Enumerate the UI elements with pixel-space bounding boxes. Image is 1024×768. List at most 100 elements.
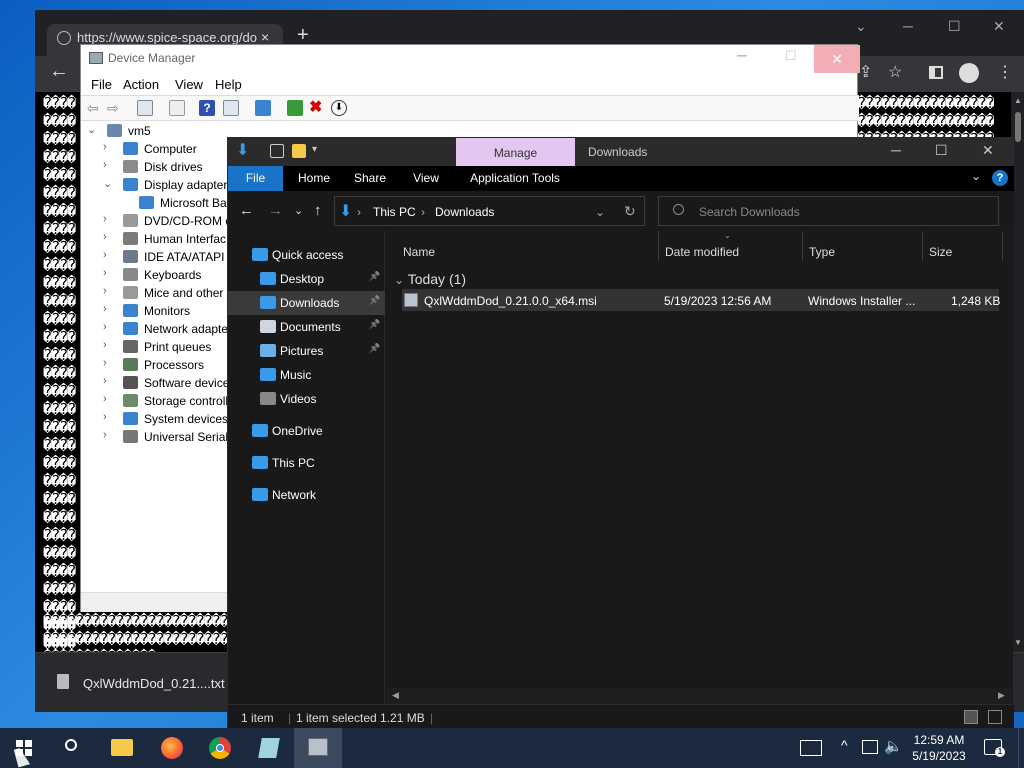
- column-separator[interactable]: [922, 231, 923, 261]
- device-tree-item[interactable]: Microsoft Ba: [81, 194, 231, 212]
- scan-hardware-icon[interactable]: [255, 100, 271, 116]
- forward-arrow-icon[interactable]: ⇨: [107, 100, 123, 116]
- scroll-right-icon[interactable]: ▶: [998, 690, 1005, 701]
- address-bar[interactable]: ⬇ › This PC › Downloads ⌄ ↻: [334, 196, 645, 226]
- device-tree-item[interactable]: › DVD/CD-ROM d: [81, 212, 231, 230]
- clock[interactable]: 12:59 AM 5/19/2023: [900, 732, 978, 764]
- nav-item-videos[interactable]: Videos: [228, 387, 385, 411]
- column-header-name[interactable]: Name: [403, 245, 435, 259]
- column-separator[interactable]: [1002, 231, 1003, 261]
- breadcrumb-this-pc[interactable]: This PC: [373, 205, 416, 219]
- network-icon[interactable]: [862, 740, 878, 754]
- uninstall-device-icon[interactable]: ✖: [309, 100, 325, 116]
- chrome-close-button[interactable]: ✕: [993, 18, 1005, 35]
- menu-view[interactable]: View: [175, 77, 203, 92]
- profile-avatar-icon[interactable]: [959, 63, 979, 83]
- device-tree-item[interactable]: › Processors: [81, 356, 231, 374]
- ribbon-tab-home[interactable]: Home: [290, 166, 338, 191]
- column-separator[interactable]: [658, 231, 659, 261]
- explorer-maximize-button[interactable]: ☐: [935, 142, 948, 159]
- forward-button[interactable]: →: [268, 202, 283, 219]
- column-header-size[interactable]: Size: [929, 245, 952, 259]
- breadcrumb-downloads[interactable]: Downloads: [435, 205, 494, 219]
- menu-help[interactable]: Help: [215, 77, 242, 92]
- device-tree-item[interactable]: ⌄ vm5: [81, 122, 231, 140]
- ribbon-tab-file[interactable]: File: [228, 166, 283, 191]
- device-tree-item[interactable]: › Network adapte: [81, 320, 231, 338]
- nav-item-music[interactable]: Music: [228, 363, 385, 387]
- device-tree-item[interactable]: › Human Interfac: [81, 230, 231, 248]
- ribbon-tab-application-tools[interactable]: Application Tools: [460, 166, 570, 191]
- disable-device-icon[interactable]: ⬇: [331, 100, 347, 116]
- properties-check-icon[interactable]: [270, 144, 284, 158]
- notepad-taskbar-button[interactable]: [246, 728, 294, 768]
- console-tree-icon[interactable]: [137, 100, 153, 116]
- back-arrow-icon[interactable]: ←: [49, 60, 69, 83]
- nav-item-documents[interactable]: Documents 📌: [228, 315, 385, 339]
- news-widget-icon[interactable]: [800, 740, 822, 756]
- new-folder-icon[interactable]: [292, 144, 306, 158]
- recent-locations-button[interactable]: ⌄: [294, 204, 303, 217]
- nav-item-this-pc[interactable]: This PC: [228, 451, 385, 475]
- nav-item-onedrive[interactable]: OneDrive: [228, 419, 385, 443]
- nav-item-desktop[interactable]: Desktop 📌: [228, 267, 385, 291]
- expand-chevron-icon[interactable]: ›: [103, 411, 107, 423]
- address-dropdown-icon[interactable]: ⌄: [595, 205, 605, 219]
- file-list-hscroll[interactable]: ◀ ▶: [386, 688, 1013, 704]
- device-tree-item[interactable]: › Disk drives: [81, 158, 231, 176]
- menu-action[interactable]: Action: [123, 77, 159, 92]
- tray-overflow-icon[interactable]: ^: [841, 737, 848, 753]
- ribbon-tab-share[interactable]: Share: [346, 166, 394, 191]
- quick-access-dropdown-icon[interactable]: ▾: [312, 144, 326, 158]
- column-header-date[interactable]: Date modified: [665, 245, 739, 259]
- scroll-left-icon[interactable]: ◀: [392, 690, 399, 701]
- device-tree-item[interactable]: › Keyboards: [81, 266, 231, 284]
- back-button[interactable]: ←: [239, 202, 254, 219]
- help-icon[interactable]: ?: [199, 100, 215, 116]
- device-tree-item[interactable]: › IDE ATA/ATAPI c: [81, 248, 231, 266]
- sidebar-icon[interactable]: [929, 66, 943, 79]
- help-icon[interactable]: ?: [992, 170, 1008, 186]
- explorer-minimize-button[interactable]: ─: [891, 142, 901, 158]
- device-manager-taskbar-button[interactable]: [294, 728, 342, 768]
- chrome-minimize-button[interactable]: ─: [903, 18, 913, 34]
- action-pane-icon[interactable]: [223, 100, 239, 116]
- up-button[interactable]: ↑: [314, 202, 322, 219]
- properties-icon[interactable]: [169, 100, 185, 116]
- expand-chevron-icon[interactable]: ›: [103, 321, 107, 333]
- expand-ribbon-icon[interactable]: ⌄: [971, 169, 981, 183]
- expand-chevron-icon[interactable]: ›: [103, 303, 107, 315]
- device-tree-item[interactable]: › System devices: [81, 410, 231, 428]
- expand-chevron-icon[interactable]: ›: [103, 357, 107, 369]
- search-button[interactable]: [48, 728, 96, 768]
- menu-file[interactable]: File: [91, 77, 112, 92]
- expand-chevron-icon[interactable]: ⌄: [103, 177, 112, 190]
- chrome-taskbar-button[interactable]: [196, 728, 244, 768]
- expand-chevron-icon[interactable]: ›: [103, 393, 107, 405]
- search-box[interactable]: Search Downloads: [658, 196, 999, 226]
- device-tree-item[interactable]: › Computer: [81, 140, 231, 158]
- device-tree-item[interactable]: › Monitors: [81, 302, 231, 320]
- bookmark-star-icon[interactable]: ☆: [888, 62, 902, 82]
- device-tree-item[interactable]: › Universal Serial: [81, 428, 231, 446]
- expand-chevron-icon[interactable]: ›: [103, 141, 107, 153]
- manage-contextual-tab[interactable]: Manage: [456, 138, 575, 166]
- dm-minimize-button[interactable]: ─: [737, 47, 747, 63]
- expand-chevron-icon[interactable]: ›: [103, 231, 107, 243]
- update-driver-icon[interactable]: [287, 100, 303, 116]
- group-header[interactable]: ⌄ Today (1): [394, 271, 466, 287]
- device-tree-item[interactable]: › Storage controll: [81, 392, 231, 410]
- show-desktop-button[interactable]: [1018, 728, 1024, 768]
- device-tree-hscroll[interactable]: [81, 592, 231, 612]
- expand-chevron-icon[interactable]: ›: [103, 267, 107, 279]
- ribbon-tab-view[interactable]: View: [402, 166, 450, 191]
- expand-chevron-icon[interactable]: ›: [103, 285, 107, 297]
- explorer-close-button[interactable]: ✕: [982, 142, 994, 159]
- download-item[interactable]: QxlWddmDod_0.21....txt: [83, 676, 225, 691]
- chrome-tab-search-icon[interactable]: ⌄: [855, 18, 867, 35]
- tab-close-icon[interactable]: ×: [261, 29, 269, 45]
- expand-chevron-icon[interactable]: ›: [103, 249, 107, 261]
- firefox-taskbar-button[interactable]: [148, 728, 196, 768]
- nav-item-pictures[interactable]: Pictures 📌: [228, 339, 385, 363]
- share-icon[interactable]: ⇪: [859, 62, 872, 82]
